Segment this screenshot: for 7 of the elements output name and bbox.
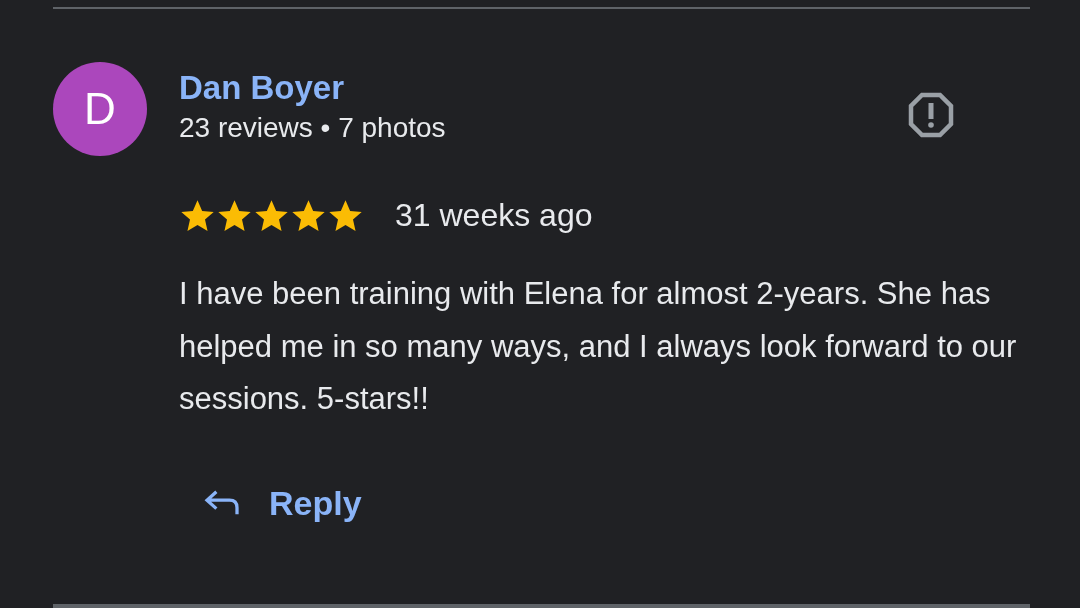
report-icon[interactable]	[907, 91, 955, 139]
reply-button[interactable]: Reply	[203, 483, 362, 523]
author-name[interactable]: Dan Boyer	[179, 68, 889, 108]
review-text: I have been training with Elena for almost 2-years. She has helped me in so many ways, and I always look forward to our sessions. 5-stars!!	[179, 275, 1018, 418]
review-time: 31 weeks ago	[395, 197, 593, 234]
author-stats: 23 reviews • 7 photos	[179, 111, 447, 145]
avatar[interactable]: D	[53, 62, 147, 156]
